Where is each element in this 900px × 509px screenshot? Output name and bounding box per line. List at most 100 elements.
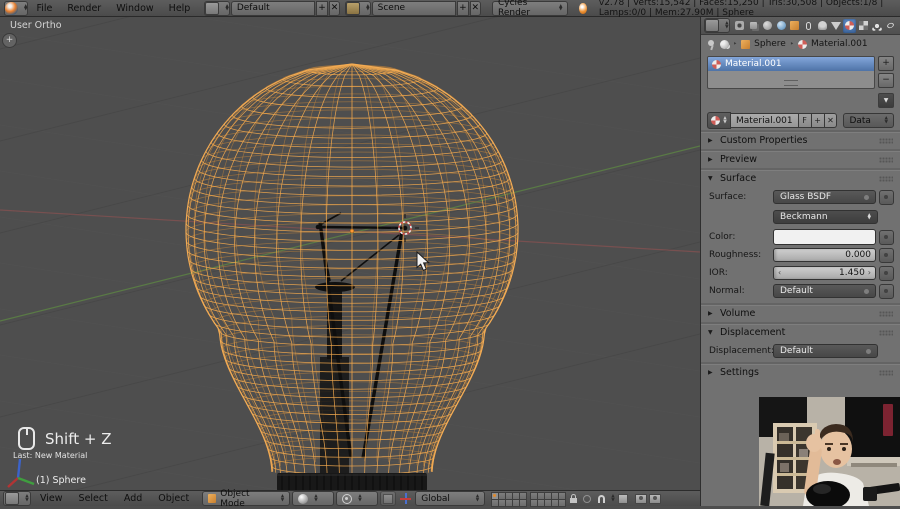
browse-material-button[interactable]: ▲ ▼ <box>707 112 732 129</box>
proportional-edit-toggle[interactable] <box>581 493 593 505</box>
updown-arrows-icon: ▲ ▼ <box>366 3 370 12</box>
surface-socket-button[interactable] <box>879 189 894 205</box>
tab-constraints[interactable] <box>802 19 815 33</box>
normal-select[interactable]: Default <box>773 284 876 298</box>
layers-grid[interactable] <box>491 491 567 507</box>
tab-texture[interactable] <box>857 19 870 33</box>
tab-physics[interactable] <box>884 19 897 33</box>
menu-view[interactable]: View <box>33 493 70 504</box>
particles-icon <box>872 21 881 30</box>
editor-type-button-properties[interactable]: ▲ ▼ <box>704 18 730 33</box>
transform-orientation-select[interactable]: Global ▲ ▼ <box>415 491 486 506</box>
viewport-3d[interactable]: User Ortho + Shift + Z Last: New Materia… <box>0 17 700 490</box>
panel-custom-properties[interactable]: ▶ Custom Properties <box>701 132 900 148</box>
scene-field[interactable]: Scene <box>371 0 457 16</box>
toolshelf-expand-button[interactable]: + <box>2 33 17 48</box>
opengl-render-anim-button[interactable] <box>648 493 661 505</box>
editor-type-button-info[interactable]: ▲ ▼ <box>4 0 29 16</box>
close-scene-button[interactable]: ✕ <box>469 0 481 16</box>
displacement-select[interactable]: Default <box>773 344 878 358</box>
menu-help[interactable]: Help <box>162 3 198 14</box>
unlink-material-button[interactable]: ✕ <box>824 113 838 128</box>
scene-icon-button[interactable]: ▲ ▼ <box>345 0 371 16</box>
snap-element-select[interactable] <box>617 493 629 505</box>
pivot-point-select[interactable]: ▲ ▼ <box>336 491 379 506</box>
tab-particles[interactable] <box>871 19 884 33</box>
manipulator-icon[interactable] <box>400 493 412 504</box>
increment-icon[interactable]: › <box>868 269 871 277</box>
render-engine-select[interactable]: Cycles Render ▲ ▼ <box>492 0 569 18</box>
panel-grip-icon[interactable] <box>879 175 893 182</box>
slot-specials-button[interactable]: ▼ <box>878 93 894 108</box>
texture-icon <box>858 21 868 30</box>
material-slot-selected[interactable]: Material.001 <box>708 57 874 71</box>
panel-preview[interactable]: ▶ Preview <box>701 151 900 167</box>
pivot-icon <box>342 493 353 504</box>
tab-world[interactable] <box>775 19 788 33</box>
layer-cell[interactable] <box>558 498 567 507</box>
color-socket-button[interactable] <box>879 229 894 245</box>
layer-cell[interactable] <box>519 498 528 507</box>
render-layers-icon <box>750 22 758 29</box>
ior-socket-button[interactable] <box>879 265 894 281</box>
mode-select[interactable]: Object Mode ▲ ▼ <box>202 489 291 509</box>
list-resize-grip[interactable] <box>784 80 798 86</box>
roughness-slider[interactable]: 0.000 <box>773 248 876 262</box>
updown-arrows-icon: ▲ ▼ <box>225 3 229 12</box>
panel-grip-icon[interactable] <box>879 137 893 144</box>
add-scene-button[interactable]: + <box>457 0 469 16</box>
object-icon <box>790 21 800 30</box>
distribution-select[interactable]: Beckmann ▲ ▼ <box>773 210 878 224</box>
material-name-field[interactable]: Material.001 <box>731 113 799 128</box>
tab-scene[interactable] <box>761 19 774 33</box>
menu-indicator-icon <box>864 288 869 294</box>
menu-add[interactable]: Add <box>117 493 149 504</box>
normal-socket-button[interactable] <box>879 283 894 299</box>
snap-toggle[interactable] <box>595 493 607 505</box>
panel-label: Preview <box>720 154 757 165</box>
ior-field[interactable]: ‹ 1.450 › <box>773 266 876 280</box>
tab-render-layers[interactable] <box>747 19 760 33</box>
new-material-button[interactable]: + <box>811 113 825 128</box>
screen-layout-icon-button[interactable]: ▲ ▼ <box>204 0 230 16</box>
close-layout-button[interactable]: ✕ <box>328 0 341 16</box>
opengl-render-button[interactable] <box>634 493 647 505</box>
menu-render[interactable]: Render <box>60 3 108 14</box>
tab-render[interactable] <box>734 19 747 33</box>
menu-object[interactable]: Object <box>151 493 196 504</box>
panel-grip-icon[interactable] <box>879 369 893 376</box>
browse-id-icon[interactable] <box>720 39 729 49</box>
add-layout-button[interactable]: + <box>316 0 328 16</box>
color-swatch[interactable] <box>773 229 876 245</box>
fake-user-button[interactable]: F <box>798 113 812 128</box>
material-slot-list[interactable]: Material.001 <box>707 56 875 89</box>
menu-window[interactable]: Window <box>109 3 160 14</box>
pivot-align-toggle[interactable] <box>380 491 397 506</box>
screen-layout-field[interactable]: Default <box>230 0 316 16</box>
tab-data[interactable] <box>830 19 843 33</box>
slot-remove-button[interactable]: − <box>878 73 894 88</box>
menu-file[interactable]: File <box>29 3 59 14</box>
link-source-select[interactable]: Data ▲ ▼ <box>843 113 895 128</box>
tab-object[interactable] <box>788 19 801 33</box>
tab-material[interactable] <box>843 18 856 33</box>
viewport-shading-select[interactable]: ▲ ▼ <box>292 491 335 506</box>
menu-select[interactable]: Select <box>72 493 115 504</box>
updown-arrows-icon: ▲ ▼ <box>723 116 727 125</box>
roughness-socket-button[interactable] <box>879 247 894 263</box>
panel-settings[interactable]: ▶ Settings <box>701 364 900 380</box>
panel-grip-icon[interactable] <box>879 310 893 317</box>
decrement-icon[interactable]: ‹ <box>778 269 781 277</box>
roughness-label: Roughness: <box>709 250 762 260</box>
tab-modifiers[interactable] <box>816 19 829 33</box>
panel-grip-icon[interactable] <box>879 156 893 163</box>
panel-displacement[interactable]: ▼ Displacement <box>701 324 900 340</box>
surface-shader-select[interactable]: Glass BSDF <box>773 190 876 204</box>
editor-type-button-3dview[interactable]: ▲ ▼ <box>3 491 31 506</box>
pin-icon[interactable] <box>707 39 716 49</box>
panel-surface[interactable]: ▼ Surface <box>701 170 900 186</box>
slot-add-button[interactable]: + <box>878 56 894 71</box>
lock-to-scene-toggle[interactable] <box>567 493 579 505</box>
panel-grip-icon[interactable] <box>879 329 893 336</box>
panel-volume[interactable]: ▶ Volume <box>701 305 900 321</box>
